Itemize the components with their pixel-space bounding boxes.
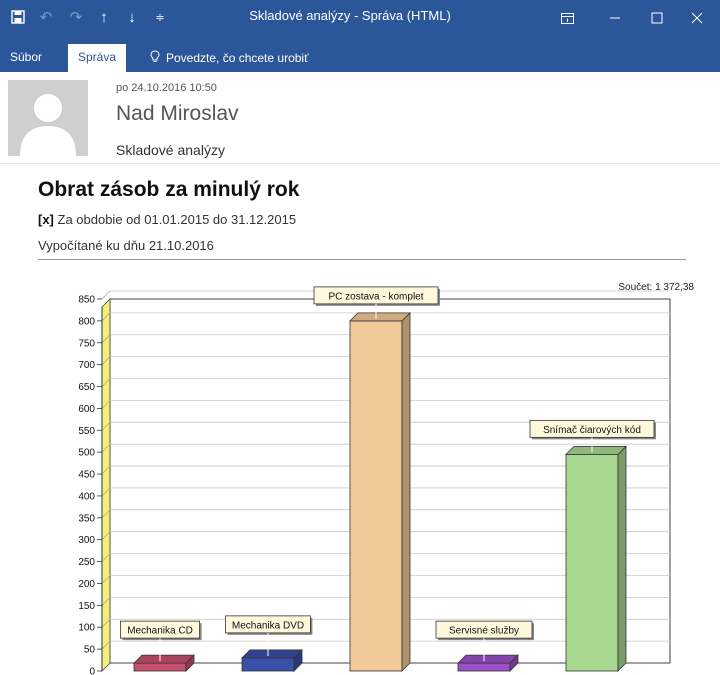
ribbon-display-icon[interactable] (544, 0, 590, 36)
y-tick-label: 300 (78, 535, 95, 546)
bar-top (133, 654, 195, 664)
y-tick-label: 0 (89, 667, 95, 675)
y-tick-label: 850 (78, 295, 95, 306)
tell-me-label: Povedzte, čo chcete urobiť (166, 51, 309, 65)
bar-top (565, 445, 627, 455)
bar (457, 662, 511, 672)
bar-top (349, 312, 411, 322)
close-icon[interactable] (674, 0, 720, 36)
tab-sprava[interactable]: Správa (68, 44, 127, 72)
y-tick-label: 100 (78, 623, 95, 634)
bar-label: Servisné služby (449, 626, 519, 637)
period-text: Za obdobie od 01.01.2015 do 31.12.2015 (53, 212, 297, 227)
y-tick-label: 50 (84, 645, 96, 656)
turnover-chart: Součet: 1 372,38050100150200250300350400… (78, 282, 694, 675)
y-tick-label: 700 (78, 360, 95, 371)
y-tick-label: 450 (78, 470, 95, 481)
report-title: Obrat zásob za minulý rok (38, 178, 300, 201)
customize-icon[interactable]: ≑ (148, 6, 172, 28)
y-tick-label: 800 (78, 316, 95, 327)
message-sender[interactable]: Nad Miroslav (116, 102, 239, 126)
y-tick-label: 500 (78, 448, 95, 459)
y-tick-label: 750 (78, 338, 95, 349)
bar-label: PC zostava - komplet (328, 291, 423, 302)
report-computed-date: Vypočítané ku dňu 21.10.2016 (38, 238, 214, 253)
bar-side (617, 445, 627, 672)
message-header: po 24.10.2016 10:50 Nad Miroslav Skladov… (0, 72, 720, 164)
y-tick-label: 600 (78, 404, 95, 415)
message-date: po 24.10.2016 10:50 (116, 82, 217, 94)
y-tick-label: 550 (78, 426, 95, 437)
y-tick-label: 650 (78, 382, 95, 393)
bar (565, 453, 619, 672)
bar-top (457, 654, 519, 664)
window-title: Skladové analýzy - Správa (HTML) (249, 8, 451, 23)
redo-icon[interactable]: ↷ (64, 6, 88, 28)
down-arrow-icon[interactable]: ↓ (120, 6, 144, 28)
bar (133, 662, 187, 672)
bar (349, 320, 403, 672)
avatar (8, 80, 88, 156)
undo-icon[interactable]: ↶ (34, 6, 58, 28)
y-tick-label: 400 (78, 491, 95, 502)
period-marker: [x] (38, 212, 54, 227)
ribbon-tabs: Súbor Správa Povedzte, čo chcete urobiť (0, 36, 720, 72)
tab-subor[interactable]: Súbor (0, 44, 52, 72)
grid-diagonal (101, 290, 111, 300)
divider (38, 259, 686, 260)
lightbulb-icon (150, 50, 160, 66)
message-subject: Skladové analýzy (116, 142, 225, 158)
bar-label: Mechanika DVD (232, 620, 304, 631)
save-icon[interactable] (6, 6, 30, 28)
bar-side (401, 311, 411, 672)
y-tick-label: 250 (78, 557, 95, 568)
tell-me-box[interactable]: Povedzte, čo chcete urobiť (150, 50, 309, 66)
plot-left-wall (101, 298, 111, 672)
bar (241, 657, 295, 672)
minimize-icon[interactable] (592, 0, 638, 36)
up-arrow-icon[interactable]: ↑ (92, 6, 116, 28)
report-period: [x] Za obdobie od 01.01.2015 do 31.12.20… (38, 212, 296, 227)
y-tick-label: 150 (78, 601, 95, 612)
y-tick-label: 200 (78, 579, 95, 590)
y-tick-label: 350 (78, 513, 95, 524)
title-bar: ↶ ↷ ↑ ↓ ≑ Skladové analýzy - Správa (HTM… (0, 0, 720, 36)
bar-label: Mechanika CD (127, 626, 193, 637)
bar-top (241, 649, 303, 659)
bar-label: Snímač čiarových kód (543, 425, 641, 436)
